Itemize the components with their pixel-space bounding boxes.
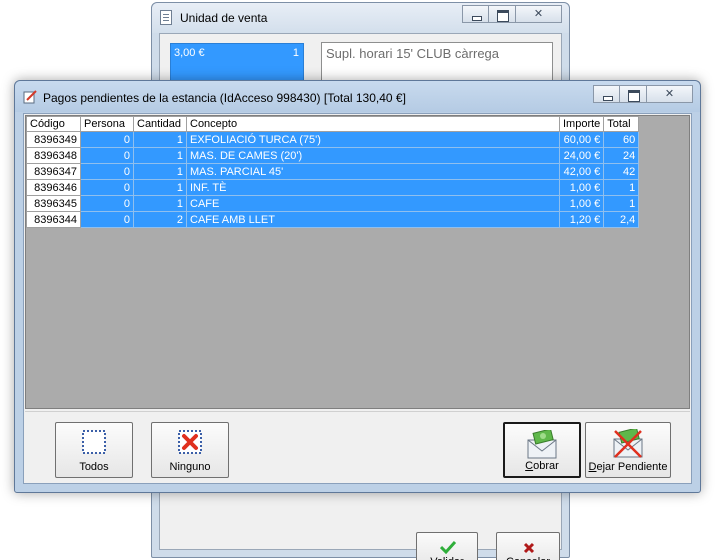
- description-field[interactable]: Supl. horari 15' CLUB càrrega: [321, 42, 553, 82]
- cell-concepto: MAS. PARCIAL 45': [186, 163, 560, 180]
- close-button[interactable]: [516, 5, 562, 23]
- cell-cantidad: 2: [133, 211, 187, 228]
- payments-grid[interactable]: Código Persona Cantidad Concepto Importe…: [25, 115, 690, 409]
- cell-importe: 42,00 €: [558, 163, 605, 180]
- pagos-caption-buttons: [593, 85, 693, 103]
- table-row[interactable]: 8396347 0 1 MAS. PARCIAL 45' 42,00 €42: [26, 163, 640, 180]
- col-total[interactable]: Total: [603, 116, 640, 132]
- cell-codigo: 8396347: [26, 163, 81, 180]
- cell-total: 24: [603, 147, 640, 164]
- dejar-pendiente-button[interactable]: Dejar Pendiente: [585, 422, 671, 478]
- cell-cantidad: 1: [133, 131, 187, 148]
- table-row[interactable]: 8396348 0 1 MAS. DE CAMES (20') 24,00 €24: [26, 147, 640, 164]
- cell-importe: 1,20 €: [558, 211, 605, 228]
- cell-concepto: EXFOLIACIÓ TURCA (75'): [186, 131, 560, 148]
- cell-cantidad: 1: [133, 179, 187, 196]
- col-codigo[interactable]: Código: [26, 116, 81, 132]
- dotted-square-icon: [82, 430, 106, 454]
- green-check-icon: [440, 540, 456, 554]
- cobrar-label: Cobrar: [525, 460, 559, 472]
- cell-importe: 60,00 €: [558, 131, 605, 148]
- red-x-square-icon: [178, 430, 202, 454]
- cell-concepto: MAS. DE CAMES (20'): [186, 147, 560, 164]
- crossed-money-envelope-icon: [613, 429, 643, 458]
- document-icon: [160, 10, 172, 25]
- cell-codigo: 8396348: [26, 147, 81, 164]
- desktop: Unidad de venta 3,00 € 1 Supl. horari 15…: [0, 0, 721, 560]
- cell-persona: 0: [80, 131, 134, 148]
- cell-cantidad: 1: [133, 163, 187, 180]
- cell-cantidad: 1: [133, 147, 187, 164]
- unidad-titlebar[interactable]: Unidad de venta: [152, 3, 569, 33]
- cell-codigo: 8396346: [26, 179, 81, 196]
- price-tile-quantity: 1: [292, 47, 299, 59]
- ninguno-button[interactable]: Ninguno: [151, 422, 229, 478]
- unidad-caption-buttons: [462, 5, 562, 23]
- pagos-pendientes-window: Pagos pendientes de la estancia (IdAcces…: [14, 80, 701, 493]
- cell-cantidad: 1: [133, 195, 187, 212]
- cancelar-button[interactable]: Cancelar: [496, 532, 560, 560]
- cell-concepto: CAFE AMB LLET: [186, 211, 560, 228]
- cell-persona: 0: [80, 163, 134, 180]
- close-button[interactable]: [647, 85, 693, 103]
- minimize-button[interactable]: [462, 5, 489, 23]
- cell-persona: 0: [80, 195, 134, 212]
- todos-label: Todos: [79, 461, 109, 473]
- col-importe[interactable]: Importe: [558, 116, 605, 132]
- cell-total: 1: [603, 195, 640, 212]
- pagos-client-area: Código Persona Cantidad Concepto Importe…: [23, 113, 692, 484]
- cell-persona: 0: [80, 179, 134, 196]
- maximize-button[interactable]: [489, 5, 516, 23]
- cell-total: 42: [603, 163, 640, 180]
- table-row[interactable]: 8396346 0 1 INF. TÈ 1,00 €1: [26, 179, 640, 196]
- cobrar-button[interactable]: Cobrar: [503, 422, 581, 478]
- validar-label: Validar: [417, 556, 477, 560]
- red-x-icon: [523, 542, 535, 554]
- cell-concepto: INF. TÈ: [186, 179, 560, 196]
- cell-importe: 24,00 €: [558, 147, 605, 164]
- money-envelope-icon: [527, 430, 557, 459]
- cell-codigo: 8396345: [26, 195, 81, 212]
- edit-note-icon: [23, 90, 37, 104]
- pagos-window-title: Pagos pendientes de la estancia (IdAcces…: [43, 91, 406, 105]
- maximize-button[interactable]: [620, 85, 647, 103]
- table-row[interactable]: 8396344 0 2 CAFE AMB LLET 1,20 €2,4: [26, 211, 640, 228]
- validar-button[interactable]: Validar: [416, 532, 478, 560]
- table-header-row: Código Persona Cantidad Concepto Importe…: [26, 116, 640, 132]
- unidad-window-title: Unidad de venta: [180, 11, 268, 25]
- cell-concepto: CAFE: [186, 195, 560, 212]
- minimize-button[interactable]: [593, 85, 620, 103]
- table-row[interactable]: 8396349 0 1 EXFOLIACIÓ TURCA (75') 60,00 €60: [26, 131, 640, 148]
- cell-importe: 1,00 €: [558, 195, 605, 212]
- dejar-pendiente-label: Dejar Pendiente: [588, 461, 668, 473]
- table-row[interactable]: 8396345 0 1 CAFE 1,00 €1: [26, 195, 640, 212]
- col-cantidad[interactable]: Cantidad: [133, 116, 187, 132]
- cell-persona: 0: [80, 147, 134, 164]
- cancelar-label: Cancelar: [497, 556, 559, 560]
- price-tile-amount: 3,00 €: [174, 47, 205, 59]
- col-concepto[interactable]: Concepto: [186, 116, 560, 132]
- cell-total: 2,4: [603, 211, 640, 228]
- todos-button[interactable]: Todos: [55, 422, 133, 478]
- cell-importe: 1,00 €: [558, 179, 605, 196]
- cell-total: 60: [603, 131, 640, 148]
- action-bar: Todos Ninguno Cobrar Dejar Pendiente: [25, 411, 690, 482]
- cell-total: 1: [603, 179, 640, 196]
- price-tile[interactable]: 3,00 € 1: [170, 43, 304, 81]
- ninguno-label: Ninguno: [169, 461, 211, 473]
- cell-codigo: 8396349: [26, 131, 81, 148]
- cell-persona: 0: [80, 211, 134, 228]
- payments-table: Código Persona Cantidad Concepto Importe…: [26, 116, 640, 228]
- col-persona[interactable]: Persona: [80, 116, 134, 132]
- cell-codigo: 8396344: [26, 211, 81, 228]
- pagos-titlebar[interactable]: Pagos pendientes de la estancia (IdAcces…: [15, 81, 700, 112]
